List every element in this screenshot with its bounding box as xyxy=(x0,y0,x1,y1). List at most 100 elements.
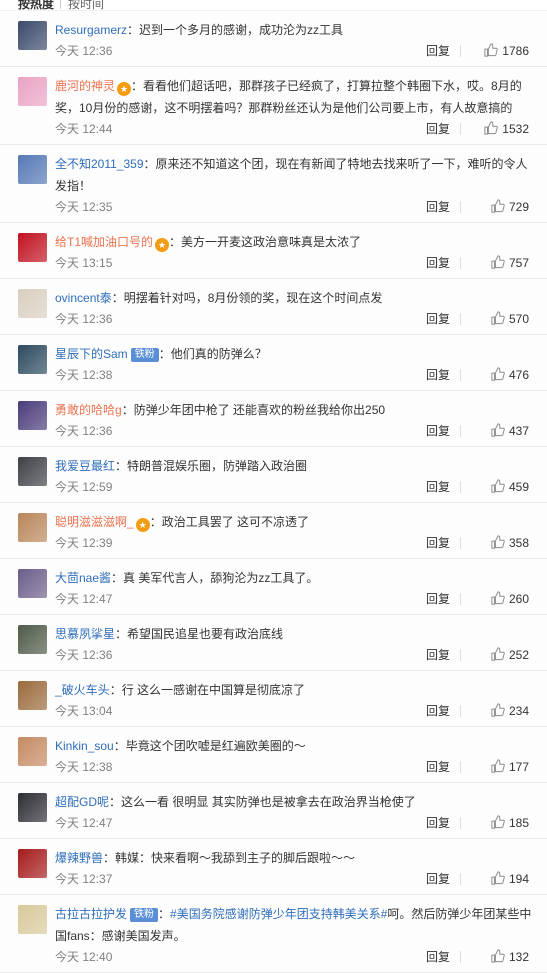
comment-item: _破火车头：行 这么一感谢在中国算是彻底凉了 今天 13:04 回复 234 xyxy=(0,671,547,727)
tab-by-hot[interactable]: 按热度 xyxy=(18,0,54,10)
comment-body: 星辰下的Sam 铁粉 ：他们真的防弹么？ xyxy=(55,343,535,365)
colon-separator: ： xyxy=(109,795,122,809)
avatar[interactable] xyxy=(18,905,47,934)
colon-separator: ： xyxy=(111,571,124,585)
like-button[interactable]: 459 xyxy=(471,477,529,497)
avatar[interactable] xyxy=(18,513,47,542)
timestamp: 今天 12:36 xyxy=(55,424,113,438)
like-button[interactable]: 260 xyxy=(471,589,529,609)
username-link[interactable]: Resurgamerz xyxy=(55,23,127,37)
comment-body: Resurgamerz：迟到一个多月的感谢，成功沦为zz工具 xyxy=(55,19,535,41)
reply-button[interactable]: 回复 xyxy=(426,477,450,497)
username-link[interactable]: _破火车头 xyxy=(55,683,110,697)
thumbs-up-icon xyxy=(484,121,499,135)
comment-footer: 今天 12:44 回复 1532 xyxy=(55,119,535,139)
avatar[interactable] xyxy=(18,155,47,184)
avatar[interactable] xyxy=(18,345,47,374)
comment-list: Resurgamerz：迟到一个多月的感谢，成功沦为zz工具今天 12:36 回复… xyxy=(0,11,547,973)
reply-button[interactable]: 回复 xyxy=(426,947,450,967)
username-link[interactable]: 星辰下的Sam xyxy=(55,347,128,361)
reply-button[interactable]: 回复 xyxy=(426,533,450,553)
reply-button[interactable]: 回复 xyxy=(426,253,450,273)
comment-item: 星辰下的Sam 铁粉 ：他们真的防弹么？ 今天 12:38 回复 476 xyxy=(0,335,547,391)
like-button[interactable]: 132 xyxy=(471,947,529,967)
username-link[interactable]: 爆辣野兽 xyxy=(55,851,103,865)
avatar[interactable] xyxy=(18,793,47,822)
timestamp: 今天 13:04 xyxy=(55,704,113,718)
thumbs-up-icon xyxy=(491,759,505,773)
like-button[interactable]: 437 xyxy=(471,421,529,441)
avatar[interactable] xyxy=(18,401,47,430)
username-link[interactable]: ovincent泰 xyxy=(55,291,112,305)
avatar[interactable] xyxy=(18,233,47,262)
username-link[interactable]: 勇敢的哈哈g xyxy=(55,403,122,417)
like-button[interactable]: 234 xyxy=(471,701,529,721)
reply-button[interactable]: 回复 xyxy=(426,645,450,665)
username-link[interactable]: 聪明滋滋滋啊_ xyxy=(55,515,134,529)
username-link[interactable]: 古拉古拉护发 xyxy=(55,907,127,921)
like-button[interactable]: 729 xyxy=(471,197,529,217)
username-link[interactable]: 全不知2011_359 xyxy=(55,157,144,171)
timestamp: 今天 13:15 xyxy=(55,256,113,270)
timestamp: 今天 12:47 xyxy=(55,592,113,606)
reply-button[interactable]: 回复 xyxy=(426,421,450,441)
avatar[interactable] xyxy=(18,77,47,106)
username-link[interactable]: Kinkin_sou xyxy=(55,739,114,753)
like-button[interactable]: 185 xyxy=(471,813,529,833)
username-link[interactable]: 我爱豆最红 xyxy=(55,459,115,473)
reply-button[interactable]: 回复 xyxy=(426,365,450,385)
avatar[interactable] xyxy=(18,737,47,766)
comment-footer: 今天 12:59 回复 459 xyxy=(55,477,535,497)
reply-button[interactable]: 回复 xyxy=(426,197,450,217)
reply-button[interactable]: 回复 xyxy=(426,589,450,609)
username-link[interactable]: 鹿河的神灵 xyxy=(55,79,115,93)
comment-body: 全不知2011_359：原来还不知道这个团，现在有新闻了特地去找来听了一下，难听… xyxy=(55,153,535,197)
reply-button[interactable]: 回复 xyxy=(426,119,450,139)
hashtag-link[interactable]: #美国务院感谢防弹少年团支持韩美关系# xyxy=(170,907,387,921)
reply-button[interactable]: 回复 xyxy=(426,701,450,721)
action-divider xyxy=(460,593,461,605)
comment-footer: 今天 12:40 回复 132 xyxy=(55,947,535,967)
reply-button[interactable]: 回复 xyxy=(426,309,450,329)
avatar[interactable] xyxy=(18,625,47,654)
like-button[interactable]: 252 xyxy=(471,645,529,665)
like-button[interactable]: 177 xyxy=(471,757,529,777)
like-button[interactable]: 476 xyxy=(471,365,529,385)
comment-footer: 今天 13:15 回复 757 xyxy=(55,253,535,273)
timestamp: 今天 12:38 xyxy=(55,760,113,774)
reply-button[interactable]: 回复 xyxy=(426,813,450,833)
timestamp: 今天 12:35 xyxy=(55,200,113,214)
colon-separator: ： xyxy=(103,851,116,865)
like-count: 729 xyxy=(508,200,529,214)
thumbs-up-icon xyxy=(491,199,505,213)
colon-separator: ： xyxy=(111,291,124,305)
reply-button[interactable]: 回复 xyxy=(426,757,450,777)
reply-button[interactable]: 回复 xyxy=(426,41,450,61)
comment-footer: 今天 12:36 回复 1786 xyxy=(55,41,535,61)
avatar[interactable] xyxy=(18,681,47,710)
thumbs-up-icon xyxy=(491,479,505,493)
username-link[interactable]: 思慕夙挲星 xyxy=(55,627,115,641)
like-button[interactable]: 570 xyxy=(471,309,529,329)
action-divider xyxy=(460,257,461,269)
timestamp: 今天 12:37 xyxy=(55,872,113,886)
like-button[interactable]: 1786 xyxy=(471,41,529,61)
avatar[interactable] xyxy=(18,569,47,598)
like-button[interactable]: 194 xyxy=(471,869,529,889)
username-link[interactable]: 超配GD呢 xyxy=(55,795,109,809)
reply-button[interactable]: 回复 xyxy=(426,869,450,889)
username-link[interactable]: 给T1喊加油口号的 xyxy=(55,235,153,249)
like-button[interactable]: 757 xyxy=(471,253,529,273)
tab-by-time[interactable]: 按时间 xyxy=(68,0,104,10)
comment-body: 鹿河的神灵 ★ ：看看他们超话吧，那群孩子已经疯了，打算拉整个韩圈下水，哎。8月的奖… xyxy=(55,75,535,119)
fan-badge: 铁粉 xyxy=(130,908,159,922)
avatar[interactable] xyxy=(18,289,47,318)
avatar[interactable] xyxy=(18,21,47,50)
like-button[interactable]: 358 xyxy=(471,533,529,553)
like-button[interactable]: 1532 xyxy=(471,119,529,139)
avatar[interactable] xyxy=(18,457,47,486)
username-link[interactable]: 大茴nae酱 xyxy=(55,571,111,585)
thumbs-up-icon xyxy=(491,591,505,605)
avatar[interactable] xyxy=(18,849,47,878)
comment-footer: 今天 12:36 回复 252 xyxy=(55,645,535,665)
